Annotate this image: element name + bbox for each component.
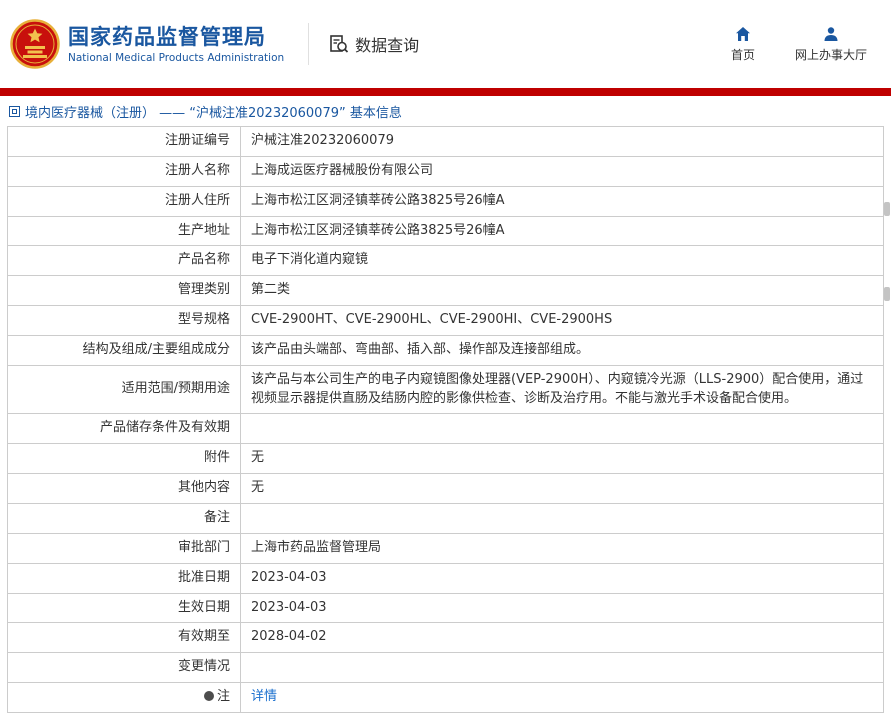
table-row: 型号规格 CVE-2900HT、CVE-2900HL、CVE-2900HI、CVE… bbox=[7, 305, 884, 336]
data-query-icon bbox=[330, 35, 349, 53]
table-row: 其他内容无 bbox=[7, 473, 884, 504]
field-value: 第二类 bbox=[240, 275, 884, 307]
table-row: 注册人名称 上海成运医疗器械股份有限公司 bbox=[7, 155, 884, 187]
field-value: 无 bbox=[240, 443, 884, 475]
table-row: 有效期至 2028-04-02 bbox=[7, 622, 884, 654]
field-value: CVE-2900HT、CVE-2900HL、CVE-2900HI、CVE-290… bbox=[240, 305, 884, 336]
table-row: 注详情 bbox=[7, 682, 884, 713]
header-divider bbox=[308, 23, 310, 65]
table-row: 审批部门 上海市药品监督管理局 bbox=[7, 532, 884, 564]
field-value: 该产品与本公司生产的电子内窥镜图像处理器(VEP-2900H）、内窥镜冷光源（L… bbox=[240, 364, 884, 415]
agency-name-cn: 国家药品监督管理局 bbox=[68, 24, 266, 49]
field-label: 批准日期 bbox=[7, 562, 241, 594]
data-query-section: 数据查询 bbox=[329, 32, 419, 56]
field-value bbox=[240, 502, 884, 534]
detail-link[interactable]: 详情 bbox=[251, 689, 277, 704]
table-row: 生产地址 上海市松江区洞泾镇莘砖公路3825号26幢A bbox=[7, 215, 884, 247]
table-row: 批准日期 2023-04-03 bbox=[7, 562, 884, 594]
table-row: 产品储存条件及有效期 bbox=[7, 413, 884, 445]
field-value: 2028-04-02 bbox=[240, 622, 884, 654]
field-label: 注册证编号 bbox=[7, 126, 241, 157]
table-row: 产品名称 电子下消化道内窥镜 bbox=[7, 245, 884, 277]
field-label: 生产地址 bbox=[7, 215, 241, 247]
field-label: 产品名称 bbox=[7, 245, 241, 277]
table-row: 备注 bbox=[7, 502, 884, 534]
nav-home-label: 首页 bbox=[730, 47, 755, 62]
field-label: 附件 bbox=[7, 443, 241, 475]
nav-service-hall-label: 网上办事大厅 bbox=[794, 47, 867, 62]
field-label: 结构及组成/主要组成成分 bbox=[7, 334, 241, 366]
registration-info-table: 注册证编号 沪械注准20232060079 注册人名称 上海成运医疗器械股份有限公司注… bbox=[7, 126, 884, 713]
breadcrumb: 境内医疗器械（注册） —— “沪械注准20232060079” 基本信息 bbox=[7, 96, 884, 126]
table-row: 结构及组成/主要组成成分 该产品由头端部、弯曲部、插入部、操作部及连接部组成。 bbox=[7, 334, 884, 366]
field-value: 2023-04-03 bbox=[240, 562, 884, 594]
field-label: 注 bbox=[7, 682, 241, 713]
agency-name-en: National Medical Products Administration bbox=[68, 52, 285, 65]
agency-title: 国家药品监督管理局 National Medical Products Admi… bbox=[68, 24, 284, 64]
field-value: 上海成运医疗器械股份有限公司 bbox=[240, 155, 884, 187]
table-row: 附件无 bbox=[7, 443, 884, 475]
data-query-label: 数据查询 bbox=[355, 36, 420, 55]
field-value: 沪械注准20232060079 bbox=[240, 126, 884, 157]
field-label: 生效日期 bbox=[7, 592, 241, 624]
field-value: 该产品由头端部、弯曲部、插入部、操作部及连接部组成。 bbox=[240, 334, 884, 366]
field-value bbox=[240, 652, 884, 684]
field-label: 产品储存条件及有效期 bbox=[7, 413, 241, 445]
field-label: 注册人名称 bbox=[7, 155, 241, 187]
table-row: 注册证编号 沪械注准20232060079 bbox=[7, 126, 884, 157]
field-value: 无 bbox=[240, 473, 884, 504]
field-value: 2023-04-03 bbox=[240, 592, 884, 624]
nav-service-hall[interactable]: 网上办事大厅 bbox=[795, 26, 867, 63]
field-value: 上海市松江区洞泾镇莘砖公路3825号26幢A bbox=[240, 215, 884, 247]
field-value bbox=[240, 413, 884, 445]
nav-home[interactable]: 首页 bbox=[719, 26, 767, 63]
field-value: 上海市药品监督管理局 bbox=[240, 532, 884, 564]
field-label: 注册人住所 bbox=[7, 185, 241, 217]
agency-logo-block: 国家药品监督管理局 National Medical Products Admi… bbox=[10, 19, 284, 69]
header-nav: 首页 网上办事大厅 bbox=[719, 26, 867, 63]
field-label: 型号规格 bbox=[7, 305, 241, 336]
table-row: 变更情况 bbox=[7, 652, 884, 684]
national-emblem-icon bbox=[10, 19, 60, 69]
scrollbar-thumb[interactable] bbox=[884, 287, 890, 301]
breadcrumb-text: 境内医疗器械（注册） —— “沪械注准20232060079” 基本信息 bbox=[25, 105, 402, 121]
header-red-bar bbox=[0, 88, 891, 96]
info-table-body: 注册证编号 沪械注准20232060079 注册人名称 上海成运医疗器械股份有限公司注… bbox=[7, 126, 884, 713]
field-value: 上海市松江区洞泾镇莘砖公路3825号26幢A bbox=[240, 185, 884, 217]
page-header: 国家药品监督管理局 National Medical Products Admi… bbox=[0, 0, 891, 88]
main-content: 境内医疗器械（注册） —— “沪械注准20232060079” 基本信息 注册证… bbox=[0, 96, 891, 713]
field-label: 管理类别 bbox=[7, 275, 241, 307]
section-icon bbox=[9, 105, 20, 117]
table-row: 注册人住所 上海市松江区洞泾镇莘砖公路3825号26幢A bbox=[7, 185, 884, 217]
field-label: 备注 bbox=[7, 502, 241, 534]
scrollbar-thumb[interactable] bbox=[884, 202, 890, 216]
field-label: 审批部门 bbox=[7, 532, 241, 564]
home-icon bbox=[735, 26, 750, 41]
table-row: 管理类别 第二类 bbox=[7, 275, 884, 307]
table-row: 适用范围/预期用途 该产品与本公司生产的电子内窥镜图像处理器(VEP-2900H）… bbox=[7, 364, 884, 415]
table-row: 生效日期 2023-04-03 bbox=[7, 592, 884, 624]
field-label: 变更情况 bbox=[7, 652, 241, 684]
field-value: 电子下消化道内窥镜 bbox=[240, 245, 884, 277]
field-label: 其他内容 bbox=[7, 473, 241, 504]
field-label: 适用范围/预期用途 bbox=[7, 364, 241, 415]
user-icon bbox=[824, 26, 838, 41]
field-label: 有效期至 bbox=[7, 622, 241, 654]
field-value: 详情 bbox=[240, 682, 884, 713]
note-icon bbox=[203, 691, 214, 702]
